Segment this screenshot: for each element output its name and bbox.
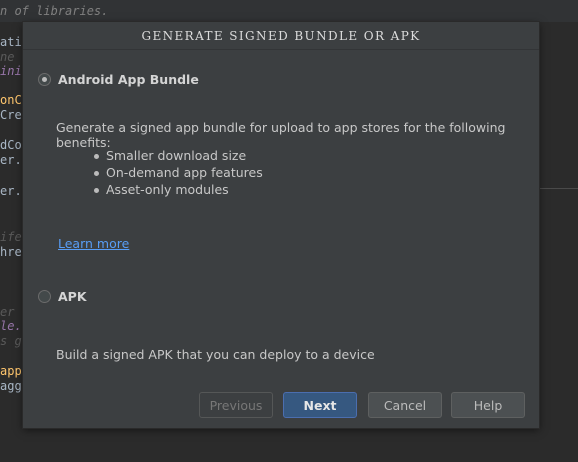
apk-radio-button[interactable]: [38, 290, 51, 303]
apk-option[interactable]: APK: [38, 289, 87, 304]
list-item: Smaller download size: [93, 147, 263, 164]
bundle-radio-button[interactable]: [38, 73, 51, 86]
previous-button[interactable]: Previous: [199, 392, 273, 418]
apk-description: Build a signed APK that you can deploy t…: [56, 347, 375, 362]
help-button[interactable]: Help: [451, 392, 525, 418]
bundle-option-label: Android App Bundle: [58, 72, 199, 87]
code-line: n of libraries.: [0, 4, 109, 18]
learn-more-link[interactable]: Learn more: [58, 236, 129, 251]
android-app-bundle-option[interactable]: Android App Bundle: [38, 72, 199, 87]
bundle-description: Generate a signed app bundle for upload …: [56, 120, 506, 150]
generate-signed-bundle-dialog: Generate Signed Bundle or APK Android Ap…: [23, 22, 539, 428]
benefits-list: Smaller download size On-demand app feat…: [93, 147, 263, 198]
code-line: app: [0, 364, 22, 378]
editor-divider: [540, 188, 578, 189]
cancel-button[interactable]: Cancel: [368, 392, 442, 418]
dialog-titlebar[interactable]: Generate Signed Bundle or APK: [23, 22, 539, 50]
code-line: onC: [0, 93, 22, 107]
apk-option-label: APK: [58, 289, 87, 304]
list-item: On-demand app features: [93, 164, 263, 181]
next-button[interactable]: Next: [283, 392, 357, 418]
dialog-title: Generate Signed Bundle or APK: [141, 28, 421, 43]
list-item: Asset-only modules: [93, 181, 263, 198]
